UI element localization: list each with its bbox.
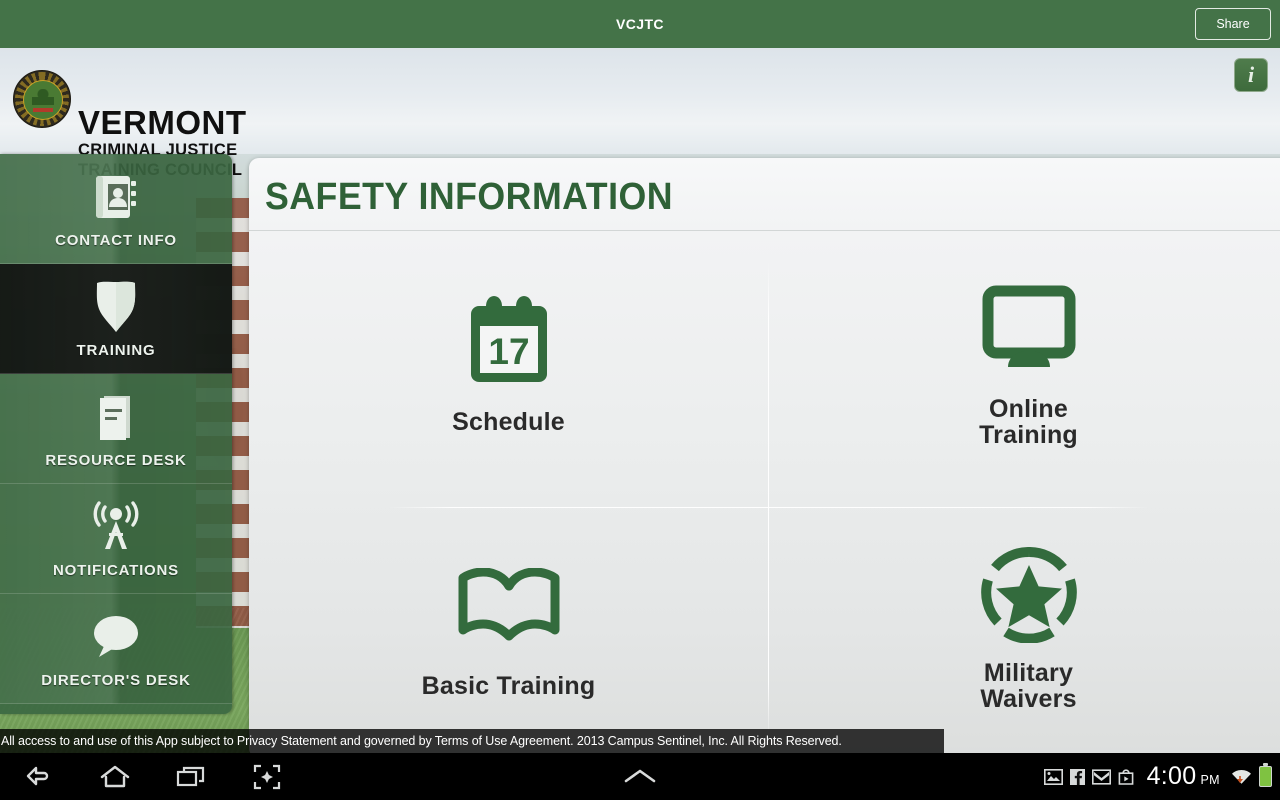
app-title: VCJTC <box>616 16 664 32</box>
sidebar-label-contact-info: CONTACT INFO <box>55 231 177 249</box>
calendar-day-number: 17 <box>488 331 529 372</box>
page-title: SAFETY INFORMATION <box>265 176 674 218</box>
legal-banner: All access to and use of this App subjec… <box>0 729 944 753</box>
recents-icon[interactable] <box>170 753 212 800</box>
speech-bubble-icon <box>87 609 145 665</box>
status-bar[interactable]: 4:00 PM <box>1043 753 1272 800</box>
tile-grid: 17 Schedule Online Training Basic Traini… <box>249 231 1280 753</box>
tile-basic-training[interactable]: Basic Training <box>249 495 768 753</box>
sidebar-item-contact-info[interactable]: CONTACT INFO <box>0 154 232 264</box>
calendar-icon: 17 <box>463 291 555 397</box>
page-body: VERMONT CRIMINAL JUSTICE TRAINING COUNCI… <box>0 48 1280 753</box>
facebook-icon <box>1069 768 1085 785</box>
tile-military-waivers[interactable]: Military Waivers <box>769 495 1280 753</box>
sidebar-nav: CONTACT INFO TRAINING RESOURCE DESK NOTI… <box>0 154 232 714</box>
wifi-icon <box>1231 767 1252 786</box>
tile-online-training[interactable]: Online Training <box>769 231 1280 494</box>
seal-inner <box>23 80 63 120</box>
vermont-seal-icon <box>13 70 71 128</box>
screenshot-icon[interactable] <box>246 753 288 800</box>
image-icon <box>1043 768 1063 785</box>
status-clock: 4:00 PM <box>1147 762 1220 791</box>
app-screen: VCJTC Share VERMONT CRIMINAL JUSTICE i C… <box>0 0 1280 800</box>
broadcast-tower-icon <box>87 499 145 555</box>
sidebar-label-directors-desk: DIRECTOR'S DESK <box>41 671 191 689</box>
tile-label-basic-training: Basic Training <box>421 671 596 700</box>
sidebar-item-resource-desk[interactable]: RESOURCE DESK <box>0 374 232 484</box>
star-circle-icon <box>980 542 1077 648</box>
sidebar-item-notifications[interactable]: NOTIFICATIONS <box>0 484 232 594</box>
share-button[interactable]: Share <box>1195 8 1271 40</box>
tile-label-schedule: Schedule <box>452 407 565 436</box>
info-button[interactable]: i <box>1234 58 1268 92</box>
battery-icon <box>1259 763 1272 787</box>
sidebar-item-training[interactable]: TRAINING <box>0 264 232 374</box>
tile-label-military-waivers: Military Waivers <box>980 658 1077 713</box>
home-icon[interactable] <box>94 753 136 800</box>
brand-header: VERMONT CRIMINAL JUSTICE TRAINING COUNCI… <box>0 48 1280 179</box>
seal-crest-banner <box>33 108 53 112</box>
android-nav-buttons <box>18 753 288 800</box>
monitor-icon <box>980 278 1078 384</box>
legal-text: All access to and use of this App subjec… <box>1 734 842 748</box>
gmail-icon <box>1091 768 1111 785</box>
sidebar-label-resource-desk: RESOURCE DESK <box>45 451 187 469</box>
android-navigation-bar: 4:00 PM <box>0 753 1280 800</box>
shield-icon <box>90 279 142 335</box>
book-icon <box>90 389 142 445</box>
sidebar-label-training: TRAINING <box>76 341 156 359</box>
content-panel: SAFETY INFORMATION 17 Schedule Online Tr… <box>249 158 1280 753</box>
brand-line-vermont: VERMONT <box>78 104 247 141</box>
tile-label-online-training: Online Training <box>979 394 1078 449</box>
play-store-icon <box>1118 768 1134 785</box>
clock-time: 4:00 <box>1146 762 1197 790</box>
clock-ampm: PM <box>1200 773 1220 787</box>
open-book-icon <box>457 555 561 661</box>
tile-schedule[interactable]: 17 Schedule <box>249 231 768 494</box>
sidebar-label-notifications: NOTIFICATIONS <box>53 561 179 579</box>
app-bar: VCJTC Share <box>0 0 1280 48</box>
keyboard-up-icon[interactable] <box>615 753 665 800</box>
sidebar-item-directors-desk[interactable]: DIRECTOR'S DESK <box>0 594 232 704</box>
address-book-icon <box>90 169 142 225</box>
back-icon[interactable] <box>18 753 60 800</box>
